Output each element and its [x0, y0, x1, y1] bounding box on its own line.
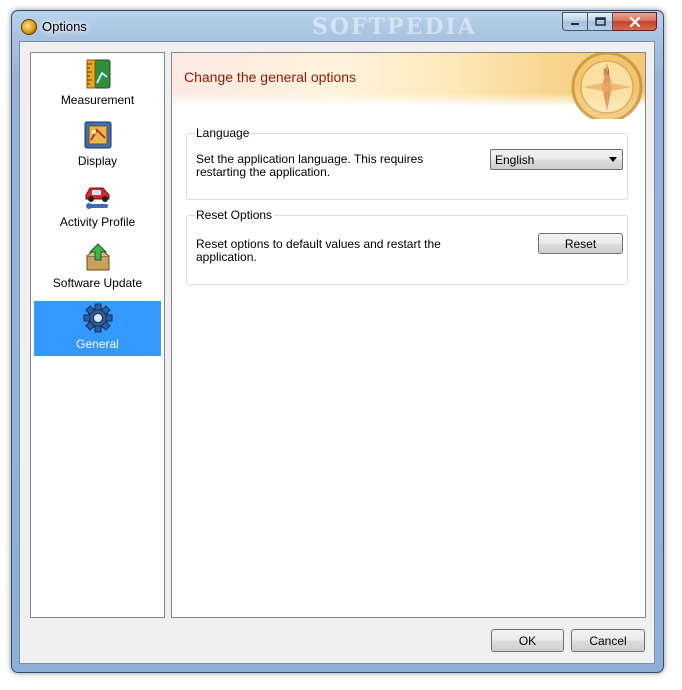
- nav-item-general[interactable]: General: [34, 301, 161, 356]
- nav-item-label: Measurement: [60, 93, 135, 107]
- close-icon: [629, 16, 640, 27]
- options-panel: N Change the general options Language Se…: [171, 52, 646, 618]
- ok-button[interactable]: OK: [491, 629, 564, 652]
- language-select-value: English: [495, 153, 535, 167]
- ruler-icon: [86, 59, 110, 89]
- window-title: Options: [42, 19, 87, 34]
- display-icon: [84, 121, 111, 149]
- minimize-button[interactable]: [562, 12, 588, 31]
- language-group: Language Set the application language. T…: [186, 126, 628, 200]
- close-button[interactable]: [613, 12, 657, 31]
- language-group-title: Language: [195, 126, 251, 140]
- caption-buttons: [562, 12, 657, 31]
- reset-group-title: Reset Options: [195, 208, 274, 222]
- nav-item-activity-profile[interactable]: Activity Profile: [34, 179, 161, 234]
- language-select[interactable]: English: [490, 149, 623, 170]
- maximize-icon: [594, 17, 606, 26]
- gear-icon: [83, 303, 112, 333]
- minimize-icon: [571, 22, 579, 25]
- svg-text:N: N: [603, 68, 610, 78]
- nav-item-label: Activity Profile: [59, 215, 136, 229]
- nav-item-label: General: [76, 337, 119, 351]
- dialog-client-area: Measurement Display Activity Profile Sof…: [19, 41, 655, 664]
- car-wrench-icon: [85, 187, 109, 209]
- chevron-down-icon: [609, 157, 617, 162]
- nav-item-label: Display: [77, 154, 118, 168]
- nav-item-label: Software Update: [52, 276, 143, 290]
- cancel-button[interactable]: Cancel: [571, 629, 645, 652]
- nav-item-measurement[interactable]: Measurement: [34, 57, 161, 112]
- title-bar[interactable]: Options SOFTPEDIA: [12, 11, 663, 41]
- reset-description: Reset options to default values and rest…: [196, 237, 441, 264]
- reset-button[interactable]: Reset: [538, 233, 623, 254]
- watermark: SOFTPEDIA: [312, 14, 477, 40]
- nav-item-display[interactable]: Display: [34, 118, 161, 173]
- options-category-list: Measurement Display Activity Profile Sof…: [30, 52, 165, 618]
- panel-header-title: Change the general options: [184, 69, 357, 85]
- language-description: Set the application language. This requi…: [196, 152, 424, 179]
- nav-item-software-update[interactable]: Software Update: [34, 240, 161, 295]
- options-window: Options SOFTPEDIA Measurement Display Ac…: [11, 10, 664, 673]
- compass-icon: N: [571, 53, 643, 119]
- update-box-icon: [86, 243, 109, 271]
- reset-options-group: Reset Options Reset options to default v…: [186, 208, 628, 285]
- app-icon[interactable]: [21, 19, 37, 35]
- maximize-button[interactable]: [588, 12, 613, 31]
